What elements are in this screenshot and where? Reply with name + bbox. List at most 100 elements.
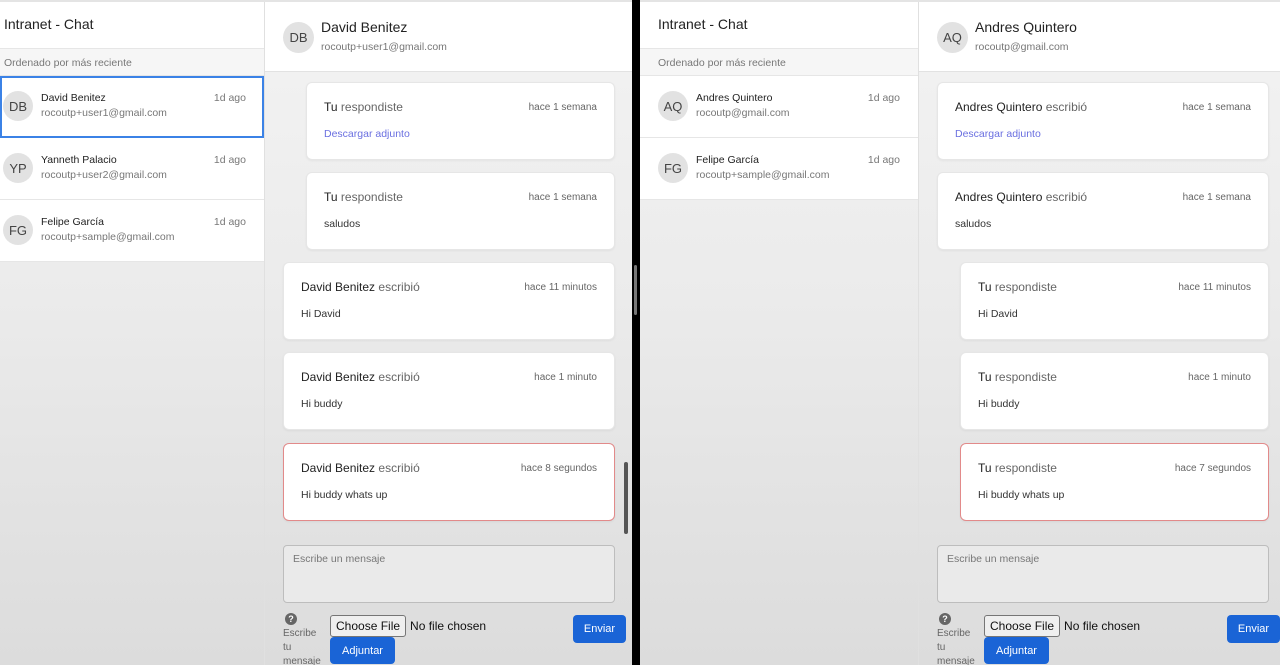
message-input[interactable]: Escribe un mensaje (937, 545, 1269, 603)
message-author: David Benitez (301, 280, 376, 294)
contact-email: rocoutp+sample@gmail.com (696, 169, 830, 181)
contact-name: Andres Quintero (696, 92, 773, 104)
message-time: hace 1 semana (1182, 192, 1251, 203)
message-time: hace 7 segundos (1174, 463, 1251, 474)
message-time: hace 1 minuto (534, 372, 597, 383)
message-text: Hi buddy whats up (301, 489, 388, 501)
message-bubble: Tu respondiste hace 1 semana Descargar a… (306, 82, 615, 160)
message-bubble: David Benitez escribió hace 11 minutos H… (283, 262, 615, 340)
contact-name: Felipe García (696, 154, 760, 166)
message-verb: escribió (1045, 190, 1088, 204)
download-attachment-link[interactable]: Descargar adjunto (955, 128, 1041, 140)
avatar: FG (3, 215, 33, 245)
message-input[interactable]: Escribe un mensaje (283, 545, 615, 603)
message-text: Hi buddy (978, 398, 1020, 410)
message-bubble-new: Tu respondiste hace 7 segundos Hi buddy … (960, 443, 1269, 521)
message-bubble: Andres Quintero escribió hace 1 semana D… (937, 82, 1269, 160)
contact-name: Felipe García (41, 216, 105, 228)
message-author: Andres Quintero (955, 100, 1043, 114)
avatar: AQ (937, 22, 968, 53)
sort-label: Ordenado por más reciente (0, 49, 264, 76)
message-time: hace 1 semana (528, 102, 597, 113)
contact-email: rocoutp+user1@gmail.com (41, 107, 167, 119)
message-author: Tu (324, 100, 338, 114)
contact-time: 1d ago (213, 92, 246, 104)
message-time: hace 11 minutos (524, 282, 597, 293)
message-bubble: Tu respondiste hace 11 minutos Hi David (960, 262, 1269, 340)
message-bubble: Andres Quintero escribió hace 1 semana s… (937, 172, 1269, 250)
avatar: AQ (658, 91, 688, 121)
message-verb: respondiste (340, 100, 403, 114)
contact-item-andres-quintero[interactable]: AQ Andres Quintero rocoutp@gmail.com 1d … (640, 76, 918, 138)
conversation-sidebar: Intranet - Chat Ordenado por más recient… (640, 2, 918, 665)
help-text: Escribe tu mensaje (283, 628, 321, 665)
message-bubble-new: David Benitez escribió hace 8 segundos H… (283, 443, 615, 521)
message-author: Andres Quintero (955, 190, 1043, 204)
help-icon: ? (939, 613, 951, 625)
send-button[interactable]: Enviar (1227, 615, 1280, 643)
message-time: hace 1 semana (528, 192, 597, 203)
file-input[interactable]: Choose File No file chosen (984, 615, 1140, 637)
file-status: No file chosen (1064, 619, 1141, 633)
message-text: Hi buddy (301, 398, 343, 410)
message-verb: respondiste (994, 280, 1057, 294)
message-text: saludos (324, 218, 361, 230)
chat-contact-name: Andres Quintero (975, 19, 1077, 35)
chat-header: AQ Andres Quintero rocoutp@gmail.com (919, 2, 1280, 72)
message-text: saludos (955, 218, 992, 230)
contact-item-yanneth-palacio[interactable]: YP Yanneth Palacio rocoutp+user2@gmail.c… (0, 138, 264, 200)
sidebar-title: Intranet - Chat (640, 2, 918, 49)
message-author: Tu (978, 280, 992, 294)
file-status: No file chosen (410, 619, 487, 633)
contact-time: 1d ago (213, 154, 246, 166)
chat-panel: DB David Benitez rocoutp+user1@gmail.com… (264, 2, 632, 665)
message-author: Tu (324, 190, 338, 204)
sidebar-title: Intranet - Chat (0, 2, 264, 49)
send-button[interactable]: Enviar (573, 615, 626, 643)
file-input[interactable]: Choose File No file chosen (330, 615, 486, 637)
chat-contact-name: David Benitez (321, 19, 408, 35)
message-time: hace 11 minutos (1178, 282, 1251, 293)
contact-time: 1d ago (867, 92, 900, 104)
download-attachment-link[interactable]: Descargar adjunto (324, 128, 410, 140)
attach-button[interactable]: Adjuntar (330, 637, 395, 664)
contact-time: 1d ago (867, 154, 900, 166)
contact-item-david-benitez[interactable]: DB David Benitez rocoutp+user1@gmail.com… (0, 76, 264, 138)
message-verb: escribió (378, 280, 420, 294)
message-time: hace 1 semana (1182, 102, 1251, 113)
message-verb: escribió (378, 370, 420, 384)
avatar: FG (658, 153, 688, 183)
message-text: Hi David (301, 308, 341, 320)
message-text: Hi David (978, 308, 1018, 320)
message-verb: respondiste (994, 461, 1057, 475)
contact-name: Yanneth Palacio (41, 154, 117, 166)
contact-item-felipe-garcia[interactable]: FG Felipe García rocoutp+sample@gmail.co… (0, 200, 264, 262)
avatar: DB (283, 22, 314, 53)
contact-name: David Benitez (41, 92, 106, 104)
choose-file-button[interactable]: Choose File (984, 615, 1061, 637)
conversation-sidebar: Intranet - Chat Ordenado por más recient… (0, 2, 264, 665)
sort-label: Ordenado por más reciente (640, 49, 918, 76)
message-bubble: Tu respondiste hace 1 semana saludos (306, 172, 615, 250)
message-bubble: Tu respondiste hace 1 minuto Hi buddy (960, 352, 1269, 430)
message-verb: escribió (1045, 100, 1088, 114)
message-bubble: David Benitez escribió hace 1 minuto Hi … (283, 352, 615, 430)
contact-email: rocoutp+user2@gmail.com (41, 169, 167, 181)
message-time: hace 8 segundos (520, 463, 597, 474)
attach-button[interactable]: Adjuntar (984, 637, 1049, 664)
message-author: Tu (978, 370, 992, 384)
choose-file-button[interactable]: Choose File (330, 615, 407, 637)
chat-panel: AQ Andres Quintero rocoutp@gmail.com And… (918, 2, 1280, 665)
chat-header: DB David Benitez rocoutp+user1@gmail.com (265, 2, 632, 72)
message-text: Hi buddy whats up (978, 489, 1065, 501)
split-divider-handle[interactable] (634, 265, 637, 315)
help-text: Escribe tu mensaje (937, 628, 975, 665)
message-verb: respondiste (340, 190, 403, 204)
scrollbar[interactable] (624, 462, 628, 534)
avatar: DB (3, 91, 33, 121)
message-verb: respondiste (994, 370, 1057, 384)
chat-window-right: Intranet - Chat Ordenado por más recient… (640, 0, 1280, 665)
contact-email: rocoutp@gmail.com (696, 107, 790, 119)
contact-email: rocoutp+sample@gmail.com (41, 231, 175, 243)
contact-item-felipe-garcia[interactable]: FG Felipe García rocoutp+sample@gmail.co… (640, 138, 918, 200)
